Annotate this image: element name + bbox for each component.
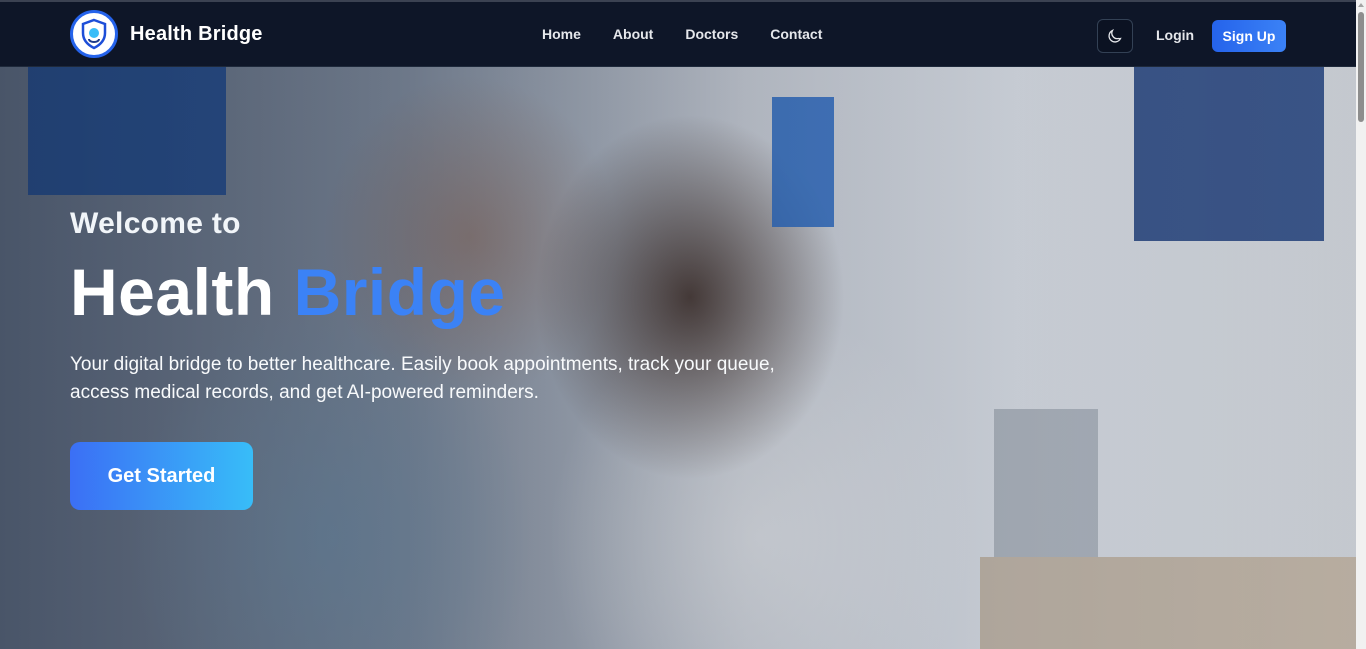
signup-button[interactable]: Sign Up: [1212, 20, 1286, 52]
brand-name: Health Bridge: [130, 22, 263, 45]
moon-icon: [1108, 29, 1122, 43]
hero-title-bridge: Bridge: [293, 255, 506, 329]
nav-link-doctors[interactable]: Doctors: [685, 26, 738, 42]
nav-links: Home About Doctors Contact: [542, 26, 822, 42]
login-button[interactable]: Login: [1156, 27, 1194, 43]
hero-title-health: Health: [70, 255, 275, 329]
hero-subtitle: Your digital bridge to better healthcare…: [70, 354, 775, 403]
nav-link-about[interactable]: About: [613, 26, 653, 42]
navbar: Health Bridge Home About Doctors Contact…: [0, 0, 1356, 67]
hero-title: Health Bridge: [70, 259, 870, 325]
hero-welcome: Welcome to: [70, 207, 241, 240]
get-started-button[interactable]: Get Started: [70, 442, 253, 510]
brand[interactable]: Health Bridge: [70, 10, 263, 58]
scroll-up-icon[interactable]: [1358, 3, 1364, 7]
hero-content: Welcome to Health Bridge Your digital br…: [70, 207, 870, 510]
scrollbar[interactable]: [1356, 0, 1366, 649]
hero-section: Welcome to Health Bridge Your digital br…: [0, 67, 1356, 649]
shield-stethoscope-icon: [70, 10, 118, 58]
nav-link-home[interactable]: Home: [542, 26, 581, 42]
scrollbar-thumb[interactable]: [1358, 12, 1364, 122]
theme-toggle-button[interactable]: [1097, 19, 1133, 53]
nav-link-contact[interactable]: Contact: [770, 26, 822, 42]
